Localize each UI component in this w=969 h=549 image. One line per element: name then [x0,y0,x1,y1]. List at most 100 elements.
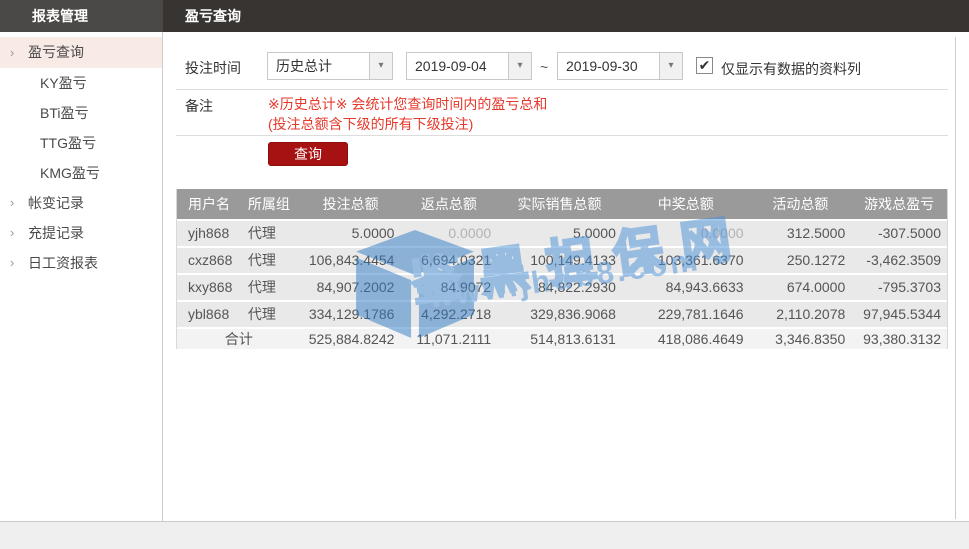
main-content: 投注时间 历史总计 ▾ 2019-09-04 ▾ ~ 2019-09-30 ▾ … [163,32,969,521]
table-cell: 代理 [241,275,301,300]
query-button[interactable]: 查询 [268,142,348,166]
total-value-cell: 525,884.8242 [301,329,401,349]
sidebar-item-1[interactable]: KY盈亏 [0,68,162,98]
divider [176,135,948,136]
date-to-select[interactable]: 2019-09-30 ▾ [557,52,683,80]
period-select-value: 历史总计 [268,53,369,79]
table-cell: 312.5000 [750,221,852,246]
sidebar-item-2[interactable]: BTi盈亏 [0,98,162,128]
sidebar-item-4[interactable]: KMG盈亏 [0,158,162,188]
sidebar-item-label: 帐变记录 [28,195,84,211]
table-row: kxy868代理84,907.200284.907284,822.293084,… [177,273,947,300]
table-row: yjh868代理5.00000.00005.00000.0000312.5000… [177,219,947,246]
table-cell: 代理 [241,302,301,327]
table-header-cell: 实际销售总额 [497,189,622,219]
table-header-cell: 所属组 [241,189,301,219]
chevron-right-icon: › [10,248,14,278]
table-cell: yjh868 [177,221,241,246]
table-cell: 84,822.2930 [497,275,622,300]
table-cell: 229,781.1646 [622,302,750,327]
total-label-cell: 合计 [177,329,301,349]
sidebar-item-0[interactable]: › 盈亏查询 [0,37,162,68]
table-cell: 334,129.1786 [301,302,401,327]
chevron-down-icon: ▾ [369,53,392,79]
date-range-separator: ~ [540,59,548,75]
sidebar-item-label: KY盈亏 [40,75,87,91]
period-select[interactable]: 历史总计 ▾ [267,52,393,80]
sidebar-item-label: BTi盈亏 [40,105,88,121]
table-cell: 0.0000 [622,221,750,246]
divider [176,89,948,90]
table-header-cell: 中奖总额 [622,189,750,219]
remark-label: 备注 [185,96,213,116]
total-value-cell: 418,086.4649 [622,329,750,349]
sidebar-item-label: 日工资报表 [28,255,98,271]
table-header-cell: 游戏总盈亏 [851,189,947,219]
table-header-cell: 活动总额 [750,189,852,219]
table-cell: 84,943.6633 [622,275,750,300]
table-cell: kxy868 [177,275,241,300]
remark-line-2: (投注总额含下级的所有下级投注) [268,114,547,134]
chevron-right-icon: › [10,218,14,248]
bet-time-label: 投注时间 [185,58,241,78]
sidebar-item-label: TTG盈亏 [40,135,96,151]
panel-right-border [955,37,956,519]
table-header-row: 用户名所属组投注总额返点总额实际销售总额中奖总额活动总额游戏总盈亏 [177,189,947,219]
footer-strip [0,521,969,549]
table-cell: 84.9072 [400,275,497,300]
sidebar-header: 报表管理 [0,0,163,32]
total-value-cell: 3,346.8350 [750,329,852,349]
app-window: 报表管理 盈亏查询 ›盈亏查询KY盈亏BTi盈亏TTG盈亏KMG盈亏›帐变记录›… [0,0,969,549]
total-value-cell: 93,380.3132 [851,329,947,349]
table-cell: 2,110.2078 [750,302,852,327]
date-to-value: 2019-09-30 [558,53,659,79]
table-cell: 代理 [241,221,301,246]
table-total-row: 合计525,884.824211,071.2111514,813.6131418… [177,327,947,349]
table-cell: ybl868 [177,302,241,327]
table-cell: cxz868 [177,248,241,273]
table-cell: -795.3703 [851,275,947,300]
table-body: yjh868代理5.00000.00005.00000.0000312.5000… [177,219,947,327]
page-title-bar: 盈亏查询 [163,0,969,32]
sidebar-item-label: KMG盈亏 [40,165,100,181]
chevron-right-icon: › [10,188,14,218]
profit-loss-table: 用户名所属组投注总额返点总额实际销售总额中奖总额活动总额游戏总盈亏 yjh868… [176,189,948,349]
table-cell: 6,694.0321 [400,248,497,273]
table-cell: 0.0000 [400,221,497,246]
table-cell: 106,843.4454 [301,248,401,273]
sidebar-menu: › 盈亏查询 KY盈亏 BTi盈亏 TTG盈亏 KMG盈亏 › 帐变记录 › 充提记录 › 日工资报表 [0,32,163,521]
table-row: cxz868代理106,843.44546,694.0321100,149.41… [177,246,947,273]
table-header-cell: 投注总额 [301,189,401,219]
date-from-select[interactable]: 2019-09-04 ▾ [406,52,532,80]
date-from-value: 2019-09-04 [407,53,508,79]
chevron-down-icon: ▾ [659,53,682,79]
table-cell: 代理 [241,248,301,273]
table-row: ybl868代理334,129.17864,292.2718329,836.90… [177,300,947,327]
table-cell: -307.5000 [851,221,947,246]
remark-text: ※历史总计※ 会统计您查询时间内的盈亏总和 (投注总额含下级的所有下级投注) [268,94,547,134]
table-header-cell: 用户名 [177,189,241,219]
table-cell: 250.1272 [750,248,852,273]
sidebar-item-label: 盈亏查询 [28,44,84,60]
sidebar-item-5[interactable]: › 帐变记录 [0,188,162,218]
table-cell: 103,361.6370 [622,248,750,273]
total-value-cell: 11,071.2111 [400,329,497,349]
table-cell: 329,836.9068 [497,302,622,327]
chevron-down-icon: ▾ [508,53,531,79]
table-cell: -3,462.3509 [851,248,947,273]
sidebar-item-label: 充提记录 [28,225,84,241]
table-cell: 5.0000 [497,221,622,246]
chevron-right-icon: › [10,37,14,68]
table-cell: 100,149.4133 [497,248,622,273]
table-cell: 5.0000 [301,221,401,246]
sidebar-item-7[interactable]: › 日工资报表 [0,248,162,278]
total-value-cell: 514,813.6131 [497,329,622,349]
show-only-data-checkbox[interactable]: ✔ [696,57,713,74]
table-cell: 4,292.2718 [400,302,497,327]
table-header-cell: 返点总额 [400,189,497,219]
table-cell: 674.0000 [750,275,852,300]
sidebar-header-label: 报表管理 [32,8,88,24]
sidebar-item-6[interactable]: › 充提记录 [0,218,162,248]
table-cell: 97,945.5344 [851,302,947,327]
sidebar-item-3[interactable]: TTG盈亏 [0,128,162,158]
